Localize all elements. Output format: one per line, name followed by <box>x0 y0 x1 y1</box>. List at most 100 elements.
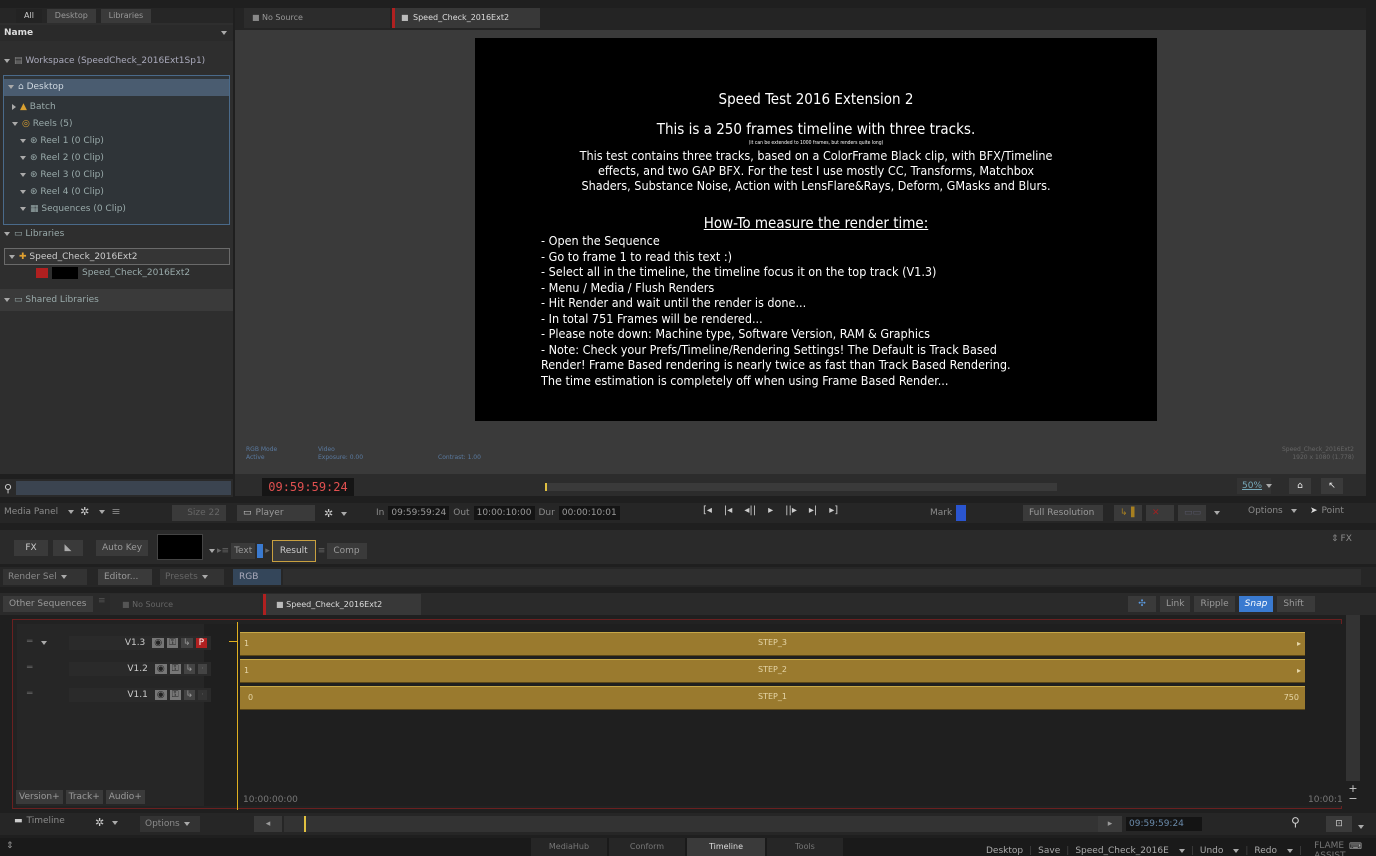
list-icon[interactable]: ≡ <box>111 505 120 518</box>
goto-end-icon[interactable]: ▸] <box>829 505 838 516</box>
view-mode-icon[interactable]: ↳▐ <box>1114 505 1142 521</box>
fx-thumbnail-icon[interactable]: ◣ <box>53 540 83 556</box>
viewer-timecode[interactable]: 09:59:59:24 <box>262 478 354 496</box>
expand-icon[interactable] <box>20 172 26 177</box>
save-button[interactable]: Save <box>1038 846 1060 856</box>
gear-icon[interactable]: ✲ <box>324 507 333 520</box>
library-item[interactable]: ✚ Speed_Check_2016Ext2 <box>4 248 230 265</box>
track-header-v11[interactable]: ═ V1.1 ◉ ⚿ ↳ · <box>17 684 211 706</box>
previous-frame-icon[interactable]: |◂ <box>724 505 732 516</box>
clip-step-2[interactable]: 1 STEP_2 ▸ <box>240 659 1305 683</box>
chevron-down-icon[interactable] <box>1287 849 1294 853</box>
vertical-scrollbar[interactable] <box>1346 615 1360 781</box>
track-header-v13[interactable]: ═ V1.3 ◉ ⚿ ↳ P <box>17 632 211 654</box>
tab-no-source[interactable]: ■ No Source <box>244 8 390 28</box>
fit-view-dropdown[interactable] <box>1354 822 1364 832</box>
rgb-button[interactable]: RGB <box>233 569 281 585</box>
tab-libraries[interactable]: Libraries <box>100 9 152 23</box>
chevron-down-icon[interactable] <box>201 574 208 579</box>
playhead[interactable] <box>237 622 238 810</box>
tab-no-source[interactable]: ■ No Source <box>110 594 260 615</box>
drag-handle-icon[interactable]: ═ <box>27 637 32 647</box>
gear-icon[interactable]: ✲ <box>80 505 89 518</box>
clip-step-3[interactable]: 1 STEP_3 ▸ <box>240 632 1305 656</box>
play-reverse-icon[interactable]: ◂|| <box>744 505 756 516</box>
play-forward-icon[interactable]: ||▸ <box>785 505 797 516</box>
libraries-item[interactable]: ▭ Libraries <box>0 226 233 243</box>
expand-icon[interactable] <box>20 138 26 143</box>
other-sequences-button[interactable]: Other Sequences <box>3 596 93 612</box>
chevron-down-icon[interactable] <box>99 509 106 514</box>
timeline-options-dropdown[interactable]: Options <box>140 816 200 832</box>
player-options[interactable]: ✲ <box>324 507 348 520</box>
reel-item[interactable]: ⊛ Reel 1 (0 Clip) <box>0 133 233 150</box>
mark-control[interactable]: Mark <box>930 505 967 521</box>
clip-item[interactable]: Speed_Check_2016Ext2 <box>0 265 233 282</box>
expand-icon[interactable] <box>20 206 26 211</box>
chevron-down-icon[interactable] <box>41 641 47 645</box>
sequences-item[interactable]: ▦ Sequences (0 Clip) <box>0 201 233 218</box>
lock-icon[interactable]: ⚿ <box>169 690 181 700</box>
desktop-button[interactable]: Desktop <box>986 846 1023 856</box>
keyboard-icon[interactable]: ⌨ <box>1349 842 1362 852</box>
shift-button[interactable]: Shift <box>1277 596 1316 612</box>
timeline-panel-menu[interactable]: ▬ Timeline <box>14 816 65 826</box>
out-timecode[interactable]: 10:00:10:00 <box>473 506 535 520</box>
color-swatch[interactable] <box>157 534 203 560</box>
compare-icon[interactable]: ▭▭ <box>1178 505 1206 521</box>
shared-libraries-item[interactable]: ▭ Shared Libraries <box>0 292 233 309</box>
next-frame-icon[interactable]: ▸| <box>809 505 817 516</box>
patch-icon[interactable]: ↳ <box>183 664 196 674</box>
chevron-down-icon[interactable] <box>1290 509 1297 513</box>
presets-dropdown[interactable]: Presets <box>160 569 224 585</box>
search-icon[interactable]: ⚲ <box>0 482 16 495</box>
reels-item[interactable]: ◎ Reels (5) <box>0 116 233 133</box>
editor-button[interactable]: Editor... <box>98 569 152 585</box>
tab-sequence[interactable]: ■ Speed_Check_2016Ext2 <box>392 8 540 28</box>
tab-all[interactable]: All <box>16 9 42 23</box>
chevron-down-icon[interactable] <box>1266 483 1273 488</box>
scrubber-head[interactable] <box>545 483 547 491</box>
column-header[interactable]: Name <box>0 25 233 41</box>
fx-button[interactable]: FX <box>14 540 48 556</box>
eye-icon[interactable]: ◉ <box>154 690 167 700</box>
point-tool[interactable]: ➤ Point <box>1310 506 1344 516</box>
fit-view-icon[interactable]: ⊡ <box>1326 816 1352 832</box>
tab-sequence[interactable]: ■ Speed_Check_2016Ext2 <box>263 594 421 615</box>
track-add-button[interactable]: Track+ <box>65 790 103 804</box>
lock-icon[interactable]: ⚿ <box>169 664 181 674</box>
record-icon[interactable]: ✕ <box>1146 505 1174 521</box>
auto-key-button[interactable]: Auto Key <box>96 540 148 556</box>
tab-desktop[interactable]: Desktop <box>46 9 96 23</box>
drag-handle-icon[interactable]: ═ <box>27 689 32 699</box>
zoom-dropdown[interactable]: 50% <box>1237 478 1273 494</box>
expand-icon[interactable] <box>4 58 10 63</box>
play-icon[interactable]: ▸ <box>768 505 773 516</box>
expand-icon[interactable] <box>4 297 10 302</box>
tab-mediahub[interactable]: MediaHub <box>531 838 607 856</box>
current-timecode[interactable]: 09:59:59:24 <box>1126 817 1202 831</box>
chevron-down-icon[interactable] <box>112 820 119 825</box>
chevron-down-icon[interactable] <box>341 511 348 516</box>
full-resolution-button[interactable]: Full Resolution <box>1023 505 1103 521</box>
expand-icon[interactable] <box>4 231 10 236</box>
reel-item[interactable]: ⊛ Reel 3 (0 Clip) <box>0 167 233 184</box>
chevron-down-icon[interactable] <box>183 821 190 826</box>
undo-button[interactable]: Undo <box>1200 846 1224 856</box>
reel-item[interactable]: ⊛ Reel 2 (0 Clip) <box>0 150 233 167</box>
track-header-v12[interactable]: ═ V1.2 ◉ ⚿ ↳ · <box>17 658 211 680</box>
zoom-plus-minus[interactable]: + − <box>1346 783 1360 806</box>
batch-item[interactable]: ▲ Batch <box>0 99 233 116</box>
scrubber-track[interactable] <box>545 483 1057 491</box>
primary-track-icon[interactable]: · <box>198 690 207 700</box>
primary-track-icon[interactable]: P <box>195 638 207 648</box>
workspace-item[interactable]: ▤ Workspace (SpeedCheck_2016Ext1Sp1) <box>0 53 233 70</box>
result-node[interactable]: Result <box>271 540 316 562</box>
tab-tools[interactable]: Tools <box>767 838 843 856</box>
expand-icon[interactable] <box>8 84 14 89</box>
tab-timeline[interactable]: Timeline <box>687 838 765 856</box>
dur-timecode[interactable]: 00:00:10:01 <box>558 506 620 520</box>
audio-add-button[interactable]: Audio+ <box>105 790 145 804</box>
timeline-settings[interactable]: ✲ <box>95 816 119 829</box>
options-menu[interactable]: Options <box>1248 506 1297 516</box>
